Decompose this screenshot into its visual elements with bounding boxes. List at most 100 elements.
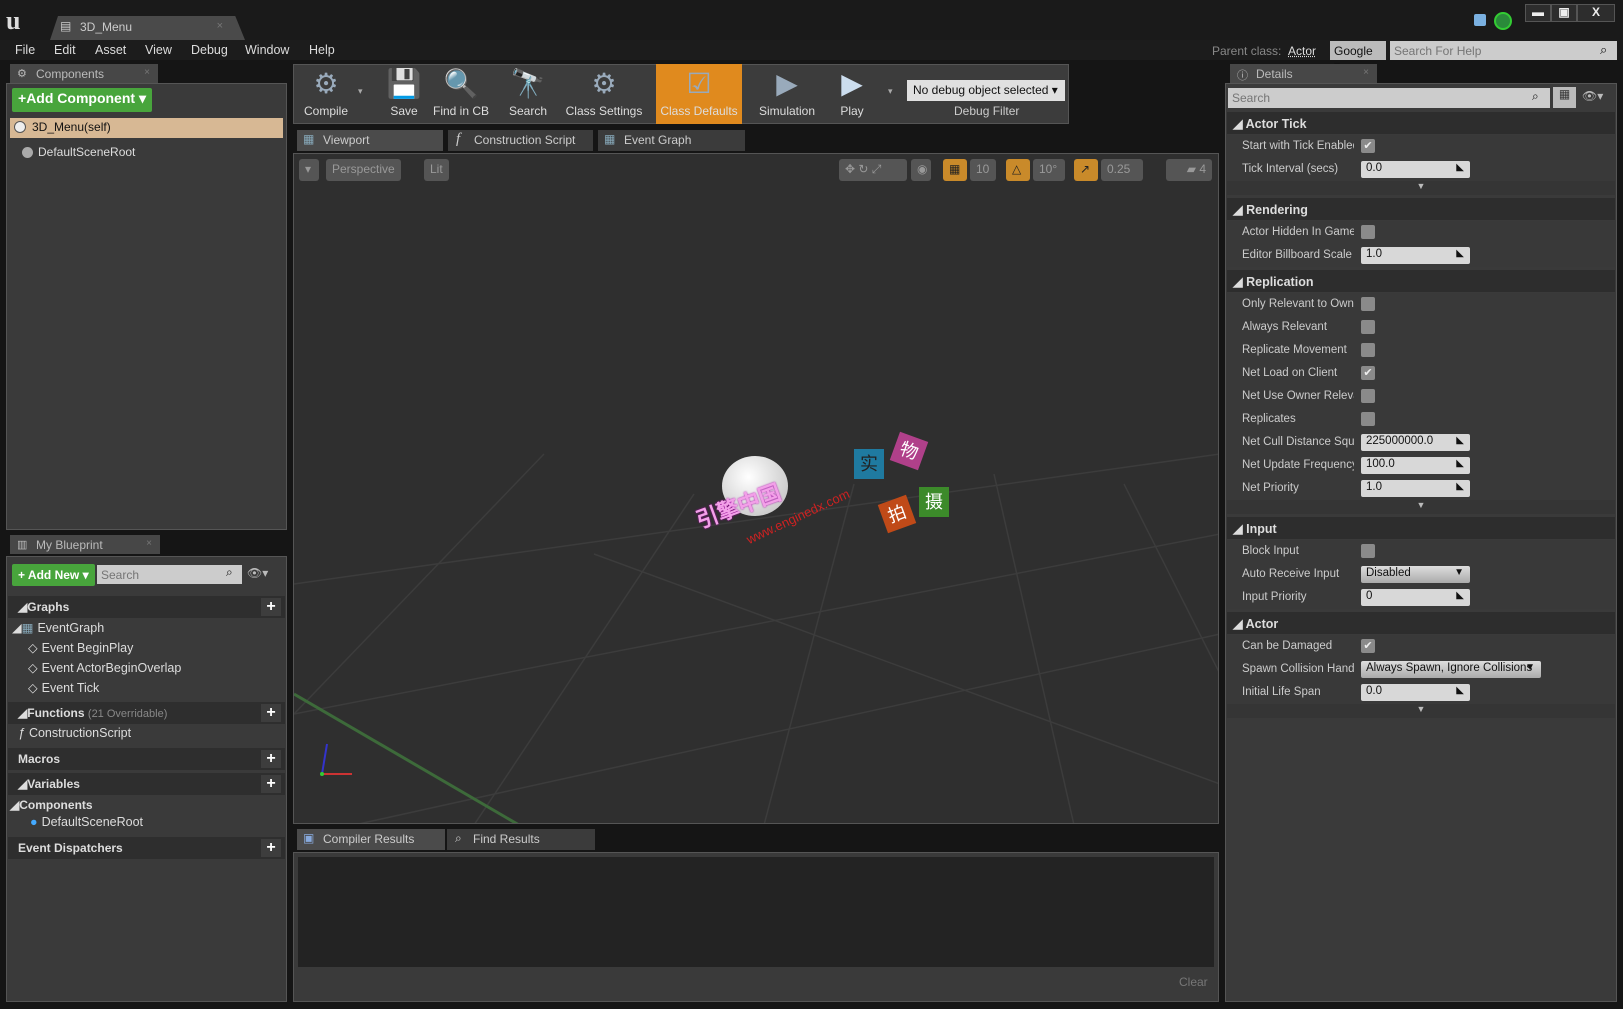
macros-section[interactable]: Macros + xyxy=(8,748,285,770)
variables-section[interactable]: ◢Variables + xyxy=(8,773,285,795)
add-icon[interactable]: + xyxy=(261,704,281,722)
class-defaults-button[interactable]: ☑ Class Defaults xyxy=(656,64,742,124)
close-button[interactable]: X xyxy=(1577,4,1615,22)
search-engine-dropdown[interactable]: Google ▾ xyxy=(1330,41,1386,72)
camera-speed[interactable]: ▰ 4 xyxy=(1166,159,1212,181)
tab-viewport[interactable]: ▦ Viewport xyxy=(297,130,443,151)
section-input[interactable]: ◢ Input xyxy=(1227,517,1615,539)
event-item[interactable]: ◇ Event Tick xyxy=(28,680,99,700)
tab-event-graph[interactable]: ▦ Event Graph xyxy=(598,130,745,151)
add-icon[interactable]: + xyxy=(261,775,281,793)
play-button[interactable]: ▶ Play xyxy=(828,64,876,124)
menu-edit[interactable]: Edit xyxy=(54,43,76,57)
advanced-expander-icon[interactable]: ▼ xyxy=(1227,181,1615,195)
unchecked-checkbox[interactable] xyxy=(1361,225,1375,239)
number-field[interactable]: 1.0 ◣ xyxy=(1361,480,1470,497)
number-field[interactable]: 100.0 ◣ xyxy=(1361,457,1470,474)
section-rendering[interactable]: ◢ Rendering xyxy=(1227,198,1615,220)
class-settings-button[interactable]: ⚙ Class Settings xyxy=(561,64,647,124)
menu-help[interactable]: Help xyxy=(309,43,335,57)
functions-section[interactable]: ◢Functions (21 Overridable) + xyxy=(8,702,285,724)
component-item-defaultsceneroot[interactable]: DefaultSceneRoot xyxy=(22,145,135,159)
unchecked-checkbox[interactable] xyxy=(1361,389,1375,403)
parent-class-link[interactable]: Actor xyxy=(1288,44,1316,58)
unchecked-checkbox[interactable] xyxy=(1361,320,1375,334)
my-blueprint-tab[interactable]: ▥ My Blueprint × xyxy=(10,535,160,554)
event-dispatchers-section[interactable]: Event Dispatchers + xyxy=(8,837,285,859)
add-icon[interactable]: + xyxy=(261,750,281,768)
number-field[interactable]: 1.0 ◣ xyxy=(1361,247,1470,264)
components-group[interactable]: ◢Components xyxy=(10,798,93,812)
number-field[interactable]: 225000000.0 ◣ xyxy=(1361,434,1470,451)
section-actor[interactable]: ◢ Actor xyxy=(1227,612,1615,634)
clear-button[interactable]: Clear xyxy=(1179,975,1208,989)
document-tab[interactable]: ▤ 3D_Menu × xyxy=(50,16,245,40)
blueprint-search-input[interactable] xyxy=(97,565,242,584)
perspective-button[interactable]: Perspective xyxy=(326,159,401,181)
checked-checkbox[interactable]: ✔ xyxy=(1361,139,1375,153)
search-icon[interactable]: ⌕ xyxy=(1600,42,1607,58)
unchecked-checkbox[interactable] xyxy=(1361,297,1375,311)
viewport[interactable]: ▾ Perspective Lit ✥ ↻ ⤢ ◉ ▦ 10 △ 10° ↗ 0… xyxy=(293,153,1219,824)
debug-object-dropdown[interactable]: No debug object selected ▾ xyxy=(907,80,1065,101)
scale-snap-icon[interactable]: ↗ xyxy=(1074,159,1098,181)
add-component-button[interactable]: +Add Component ▾ xyxy=(12,88,152,112)
property-matrix-icon[interactable]: ▦ xyxy=(1553,87,1576,108)
menu-window[interactable]: Window xyxy=(245,43,289,57)
tab-construction-script[interactable]: f Construction Script xyxy=(448,130,593,151)
advanced-expander-icon[interactable]: ▼ xyxy=(1227,500,1615,514)
function-item[interactable]: ƒ ConstructionScript xyxy=(18,726,131,746)
view-options-eye-icon[interactable]: 👁▾ xyxy=(1582,89,1603,103)
close-tab-icon[interactable]: × xyxy=(144,67,150,78)
event-item[interactable]: ◇ Event ActorBeginOverlap xyxy=(28,660,181,680)
help-search-input[interactable] xyxy=(1390,41,1617,60)
add-icon[interactable]: + xyxy=(261,598,281,616)
tab-find-results[interactable]: ⌕ Find Results xyxy=(447,829,595,850)
number-field[interactable]: 0.0 ◣ xyxy=(1361,161,1470,178)
simulation-button[interactable]: ▶ Simulation xyxy=(746,64,828,124)
section-replication[interactable]: ◢ Replication xyxy=(1227,270,1615,292)
save-button[interactable]: 💾 Save xyxy=(382,64,426,124)
section-actor-tick[interactable]: ◢ Actor Tick xyxy=(1227,112,1615,134)
menu-debug[interactable]: Debug xyxy=(191,43,228,57)
add-new-button[interactable]: + Add New ▾ xyxy=(12,564,95,586)
unchecked-checkbox[interactable] xyxy=(1361,343,1375,357)
details-tab[interactable]: ⓘ Details × xyxy=(1230,64,1377,83)
rotation-snap-icon[interactable]: △ xyxy=(1006,159,1030,181)
unchecked-checkbox[interactable] xyxy=(1361,412,1375,426)
lit-button[interactable]: Lit xyxy=(424,159,449,181)
find-in-cb-button[interactable]: 🔍 Find in CB xyxy=(432,64,490,124)
number-field[interactable]: 0 ◣ xyxy=(1361,589,1470,606)
event-item[interactable]: ◇ Event BeginPlay xyxy=(28,640,133,660)
advanced-expander-icon[interactable]: ▼ xyxy=(1227,704,1615,718)
menu-view[interactable]: View xyxy=(145,43,172,57)
number-field[interactable]: 0.0 ◣ xyxy=(1361,684,1470,701)
viewport-options-dropdown[interactable]: ▾ xyxy=(299,159,319,181)
add-icon[interactable]: + xyxy=(261,839,281,857)
grid-snap-value[interactable]: 10 xyxy=(970,159,996,181)
minimize-button[interactable]: ▬ xyxy=(1525,4,1551,22)
search-button[interactable]: 🔭 Search xyxy=(498,64,558,124)
transform-tools[interactable]: ✥ ↻ ⤢ xyxy=(839,159,907,181)
unchecked-checkbox[interactable] xyxy=(1361,544,1375,558)
close-tab-icon[interactable]: × xyxy=(146,538,152,549)
details-search-input[interactable] xyxy=(1228,88,1550,108)
graphs-section[interactable]: ◢Graphs + xyxy=(8,596,285,618)
menu-file[interactable]: File xyxy=(15,43,35,57)
select-dropdown[interactable]: Always Spawn, Ignore Collisions ▼ xyxy=(1361,661,1541,678)
menu-asset[interactable]: Asset xyxy=(95,43,126,57)
view-options-eye-icon[interactable]: 👁▾ xyxy=(247,566,268,580)
compile-button[interactable]: ⚙ Compile xyxy=(296,64,356,124)
rotation-snap-value[interactable]: 10° xyxy=(1033,159,1065,181)
maximize-button[interactable]: ▣ xyxy=(1551,4,1577,22)
component-variable-item[interactable]: ● DefaultSceneRoot xyxy=(30,815,143,835)
compile-options-dropdown[interactable]: ▾ xyxy=(358,86,363,97)
tab-compiler-results[interactable]: ▣ Compiler Results xyxy=(297,829,445,850)
source-control-icon[interactable] xyxy=(1494,12,1512,30)
close-tab-icon[interactable]: × xyxy=(1363,67,1369,78)
world-local-icon[interactable]: ◉ xyxy=(911,159,931,181)
play-options-dropdown[interactable]: ▾ xyxy=(888,86,893,97)
checked-checkbox[interactable]: ✔ xyxy=(1361,366,1375,380)
event-graph-item[interactable]: ◢▦ EventGraph xyxy=(12,620,104,640)
grid-snap-icon[interactable]: ▦ xyxy=(943,159,967,181)
